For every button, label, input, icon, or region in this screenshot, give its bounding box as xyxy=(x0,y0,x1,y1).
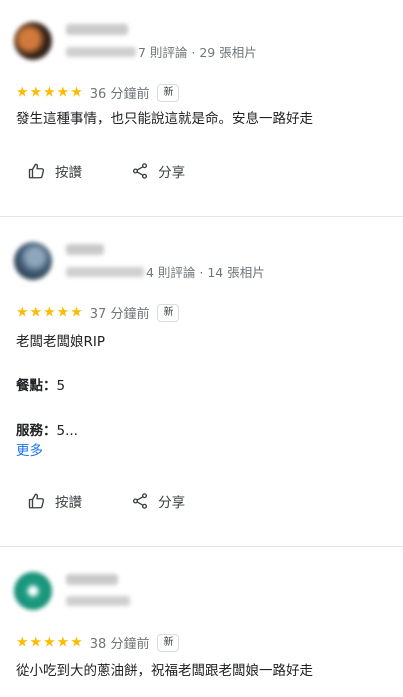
meta-blurred xyxy=(66,46,136,57)
share-icon xyxy=(133,163,148,179)
divider xyxy=(0,546,403,547)
star-rating: ★★★★★ xyxy=(16,304,84,321)
reviewer-name[interactable] xyxy=(66,574,118,585)
meta-blurred xyxy=(66,595,130,606)
meta-blurred xyxy=(66,266,144,277)
share-button[interactable]: 分享 xyxy=(131,491,185,511)
rating-row: ★★★★★ 36 分鐘前新 xyxy=(16,82,180,102)
share-label: 分享 xyxy=(158,165,186,181)
thumb-up-icon xyxy=(28,163,45,179)
review-1-header: 7 則評論 · 29 張相片 xyxy=(14,22,384,62)
share-button[interactable]: 分享 xyxy=(131,161,185,181)
like-label: 按讚 xyxy=(55,495,82,511)
new-badge: 新 xyxy=(157,83,180,102)
reviewer-meta xyxy=(66,592,132,608)
reviewer-name[interactable] xyxy=(66,244,104,255)
star-rating: ★★★★★ xyxy=(16,634,84,651)
share-icon xyxy=(133,493,148,509)
rating-row: ★★★★★ 38 分鐘前新 xyxy=(16,632,180,652)
review-actions: 按讚 分享 xyxy=(28,161,185,183)
avatar[interactable] xyxy=(14,242,52,280)
share-label: 分享 xyxy=(158,495,186,511)
divider xyxy=(0,216,403,217)
like-label: 按讚 xyxy=(55,165,82,181)
like-button[interactable]: 按讚 xyxy=(28,491,82,511)
service-rating: 服務：5... xyxy=(16,423,78,439)
review-time: 37 分鐘前 xyxy=(89,307,150,322)
star-rating: ★★★★★ xyxy=(16,84,84,101)
avatar[interactable] xyxy=(14,22,52,60)
rating-row: ★★★★★ 37 分鐘前新 xyxy=(16,302,180,322)
review-actions: 按讚 分享 xyxy=(28,491,185,513)
review-2-header: 4 則評論 · 14 張相片 xyxy=(14,242,384,282)
reviewer-name[interactable] xyxy=(66,24,128,35)
review-time: 36 分鐘前 xyxy=(89,87,150,102)
food-rating: 餐點：5 xyxy=(16,378,66,394)
like-button[interactable]: 按讚 xyxy=(28,161,82,181)
review-time: 38 分鐘前 xyxy=(89,637,150,652)
more-link[interactable]: 更多 xyxy=(16,439,43,459)
reviewer-meta: 4 則評論 · 14 張相片 xyxy=(66,262,265,280)
review-text: 發生這種事情，也只能說這就是命。安息一路好走 xyxy=(16,111,313,127)
review-text: 老闆老闆娘RIP xyxy=(16,334,106,350)
new-badge: 新 xyxy=(157,303,180,322)
review-text: 從小吃到大的蔥油餅，祝福老闆跟老闆娘一路好走 xyxy=(16,663,313,679)
avatar[interactable] xyxy=(14,572,52,610)
new-badge: 新 xyxy=(157,633,180,652)
review-3-header xyxy=(14,572,384,612)
reviewer-meta: 7 則評論 · 29 張相片 xyxy=(66,42,257,60)
thumb-up-icon xyxy=(28,493,45,509)
